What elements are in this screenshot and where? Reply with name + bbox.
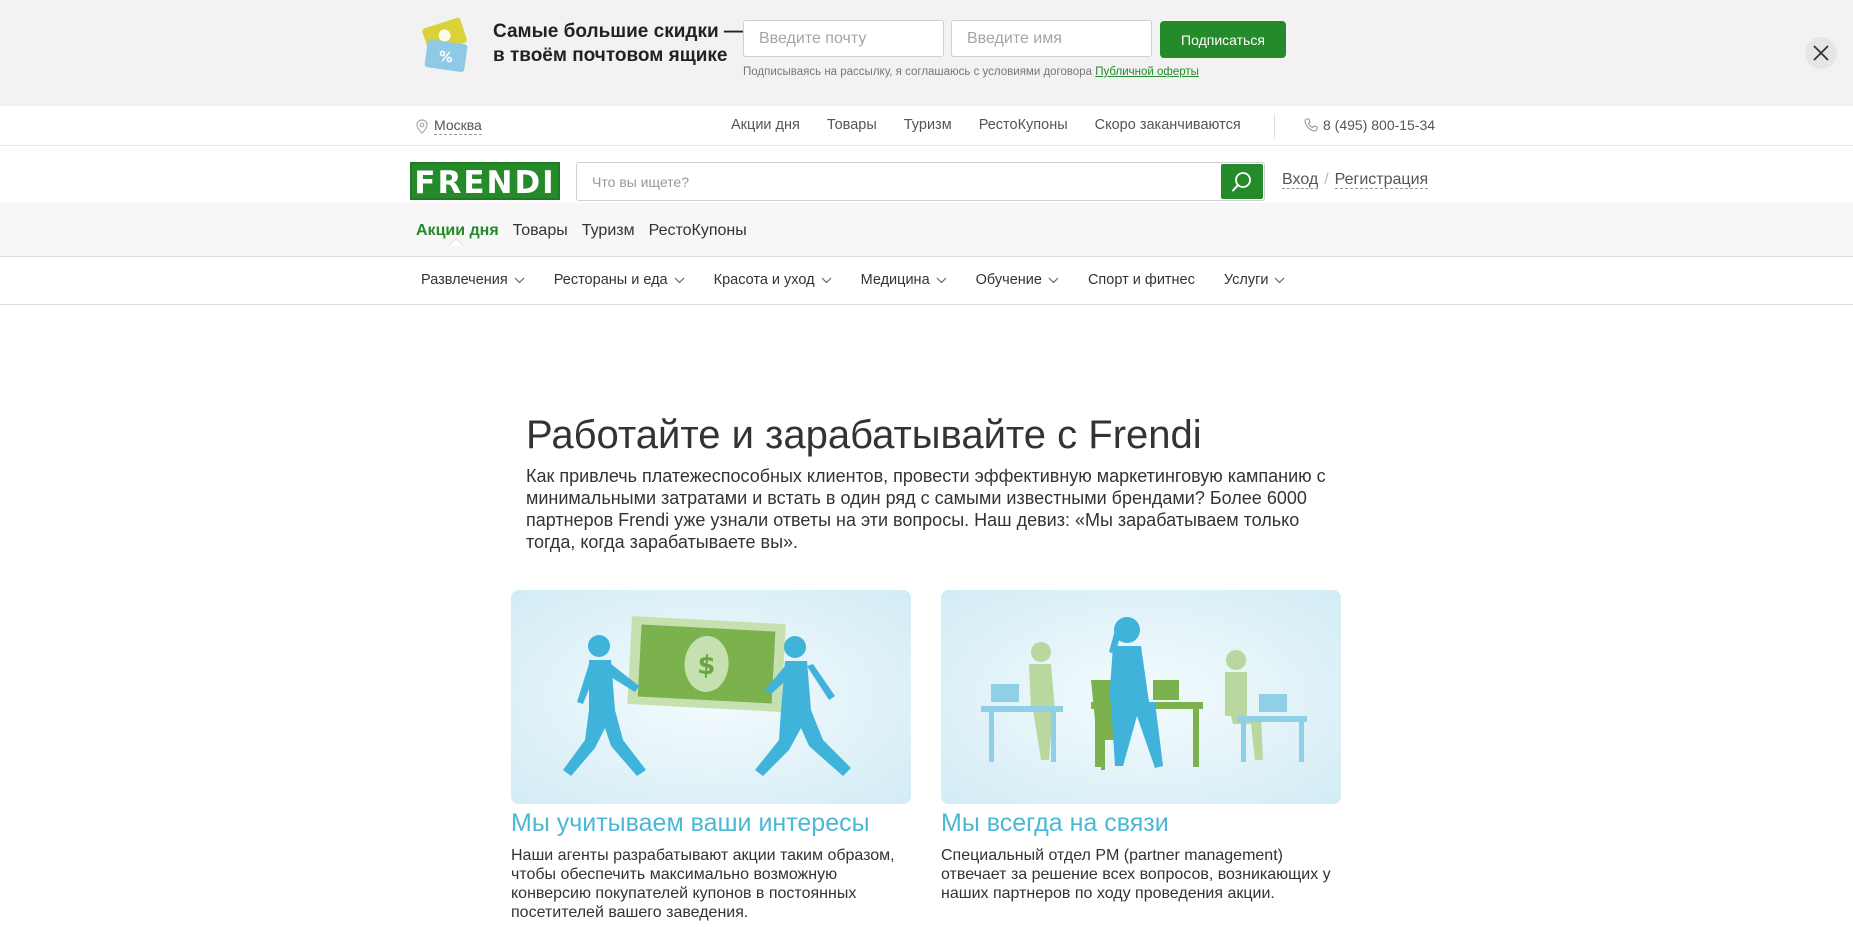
money-walkers-illustration: $ bbox=[511, 590, 911, 804]
top-nav-tourism[interactable]: Туризм bbox=[904, 117, 952, 133]
tab-goods[interactable]: Товары bbox=[513, 222, 568, 240]
subnav-label: Красота и уход bbox=[713, 272, 815, 288]
consent-text: Подписываясь на рассылку, я соглашаюсь с… bbox=[743, 66, 1199, 78]
frendi-logo[interactable]: FRENDI bbox=[410, 162, 560, 201]
coupon-percent-icon: % bbox=[422, 17, 468, 72]
phone-icon bbox=[1304, 118, 1318, 132]
top-bar: Москва Акции дня Товары Туризм РестоКупо… bbox=[0, 106, 1853, 146]
feature-card: $ Мы учитываем ваши интересы Наши агенты… bbox=[511, 590, 911, 922]
location-pin-icon bbox=[416, 118, 428, 134]
top-nav-ending-soon[interactable]: Скоро заканчиваются bbox=[1095, 117, 1241, 133]
search-box bbox=[576, 162, 1265, 201]
consent-label: Подписываясь на рассылку, я соглашаюсь с… bbox=[743, 66, 1096, 78]
chevron-down-icon bbox=[674, 277, 685, 283]
card-title: Мы учитываем ваши интересы bbox=[511, 809, 870, 837]
city-selector[interactable]: Москва bbox=[416, 117, 482, 135]
page-title: Работайте и зарабатывайте с Frendi bbox=[526, 413, 1202, 457]
promo-title: Самые большие скидки — в твоём почтовом … bbox=[493, 20, 753, 68]
subscribe-banner: % Самые большие скидки — в твоём почтово… bbox=[0, 0, 1853, 106]
header: FRENDI Вход / Регистрация bbox=[0, 146, 1853, 203]
chevron-down-icon bbox=[821, 277, 832, 283]
office-illustration bbox=[941, 590, 1341, 804]
card-text: Специальный отдел PM (partner management… bbox=[941, 847, 1331, 902]
subnav-label: Услуги bbox=[1223, 272, 1269, 288]
promo-title-line1: Самые большие скидки — bbox=[493, 21, 743, 42]
city-name: Москва bbox=[434, 117, 482, 135]
phone-number: 8 (495) 800-15-34 bbox=[1323, 117, 1436, 133]
promo-title-line2: в твоём почтовом ящике bbox=[493, 45, 728, 66]
login-link[interactable]: Вход bbox=[1282, 171, 1319, 189]
close-icon bbox=[1813, 45, 1829, 61]
subnav-beauty[interactable]: Красота и уход bbox=[714, 272, 832, 288]
subnav-entertainment[interactable]: Развлечения bbox=[421, 272, 525, 288]
auth-separator: / bbox=[1324, 171, 1329, 188]
search-icon bbox=[1232, 172, 1251, 192]
svg-text:%: % bbox=[438, 49, 454, 67]
subnav-restaurants[interactable]: Рестораны и еда bbox=[554, 272, 685, 288]
subnav-label: Рестораны и еда bbox=[553, 272, 668, 288]
subnav-label: Развлечения bbox=[421, 272, 508, 288]
svg-text:$: $ bbox=[697, 651, 717, 682]
search-input[interactable] bbox=[577, 163, 1217, 200]
chevron-down-icon bbox=[1275, 277, 1285, 283]
subscribe-button[interactable]: Подписаться bbox=[1160, 21, 1286, 58]
top-nav-restocoupons[interactable]: РестоКупоны bbox=[979, 117, 1068, 133]
subnav-services[interactable]: Услуги bbox=[1224, 272, 1286, 288]
subnav-label: Обучение bbox=[975, 272, 1042, 288]
top-nav-deals[interactable]: Акции дня bbox=[731, 117, 800, 133]
name-input[interactable] bbox=[951, 20, 1152, 57]
close-banner-button[interactable] bbox=[1805, 37, 1837, 69]
feature-card: Мы всегда на связи Специальный отдел PM … bbox=[941, 590, 1341, 903]
subnav-sport[interactable]: Спорт и фитнес bbox=[1088, 272, 1195, 288]
email-input[interactable] bbox=[743, 20, 944, 57]
register-link[interactable]: Регистрация bbox=[1334, 171, 1429, 189]
subnav-medicine[interactable]: Медицина bbox=[861, 272, 947, 288]
top-nav-goods[interactable]: Товары bbox=[827, 117, 877, 133]
subnav-label: Спорт и фитнес bbox=[1087, 272, 1195, 288]
subnav-label: Медицина bbox=[860, 272, 930, 288]
card-title: Мы всегда на связи bbox=[941, 809, 1169, 837]
tab-tourism[interactable]: Туризм bbox=[582, 222, 635, 240]
phone[interactable]: 8 (495) 800-15-34 bbox=[1304, 117, 1435, 133]
category-subnav: Развлечения Рестораны и еда Красота и ух… bbox=[0, 258, 1853, 305]
card-text: Наши агенты разрабатывают акции таким об… bbox=[511, 847, 895, 921]
search-button[interactable] bbox=[1221, 164, 1263, 199]
subnav-education[interactable]: Обучение bbox=[976, 272, 1059, 288]
active-tab-indicator bbox=[449, 239, 463, 246]
top-nav: Акции дня Товары Туризм РестоКупоны Скор… bbox=[731, 117, 1268, 133]
auth-links: Вход / Регистрация bbox=[1282, 171, 1429, 189]
category-tabs: Акции дня Товары Туризм РестоКупоны bbox=[0, 203, 1853, 257]
public-offer-link[interactable]: Публичной оферты bbox=[1095, 66, 1199, 78]
chevron-down-icon bbox=[1048, 277, 1059, 283]
chevron-down-icon bbox=[936, 277, 947, 283]
tab-restocoupons[interactable]: РестоКупоны bbox=[649, 222, 747, 240]
divider bbox=[1274, 114, 1275, 138]
page-description: Как привлечь платежеспособных клиентов, … bbox=[526, 466, 1326, 552]
chevron-down-icon bbox=[514, 277, 525, 283]
